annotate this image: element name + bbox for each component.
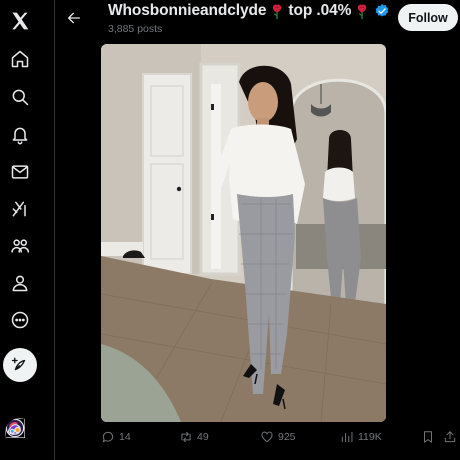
x-logo-icon[interactable] (9, 10, 31, 32)
view-count: 119K (358, 431, 382, 443)
notifications-icon[interactable] (9, 124, 31, 146)
repost-icon (181, 431, 191, 443)
reply-icon (102, 431, 114, 443)
follow-button[interactable]: Follow (398, 4, 458, 31)
repost-button[interactable]: 49 (179, 430, 209, 444)
share-icon (444, 431, 456, 443)
account-avatar[interactable] (5, 418, 35, 448)
bookmark-button[interactable] (421, 430, 435, 444)
like-count: 925 (278, 431, 296, 443)
post-image[interactable] (101, 44, 386, 422)
post-actions: 14 49 925 119K (101, 430, 459, 448)
rose-emoji-icon (273, 4, 282, 19)
display-name: Whosbonnieandclyde (108, 2, 267, 19)
feather-plus-icon (11, 357, 26, 371)
more-icon[interactable] (9, 309, 31, 331)
left-nav-rail (0, 0, 40, 460)
back-button[interactable] (63, 7, 85, 29)
messages-icon[interactable] (9, 161, 31, 183)
explore-icon[interactable] (9, 86, 31, 108)
compose-post-button[interactable] (3, 348, 37, 382)
profile-title: Whosbonnieandclyde top .04% (108, 2, 390, 20)
share-button[interactable] (443, 430, 457, 444)
display-name-suffix: top .04% (288, 2, 352, 19)
reply-count: 14 (119, 431, 131, 443)
profile-header: Whosbonnieandclyde top .04% 3,885 posts … (55, 0, 460, 40)
bookmark-icon (424, 431, 432, 443)
rose-emoji-icon (358, 4, 367, 19)
heart-icon (261, 431, 273, 443)
reply-button[interactable]: 14 (101, 430, 131, 444)
verified-badge-icon (375, 4, 389, 17)
home-icon[interactable] (9, 48, 31, 70)
communities-icon[interactable] (9, 235, 31, 257)
arrow-left-icon (68, 12, 80, 24)
views-chart-icon (341, 431, 353, 443)
post-count: 3,885 posts (108, 23, 163, 35)
grok-icon[interactable] (9, 198, 31, 220)
views-button[interactable]: 119K (340, 430, 382, 444)
rail-divider (54, 0, 55, 460)
profile-icon[interactable] (9, 272, 31, 294)
like-button[interactable]: 925 (260, 430, 296, 444)
repost-count: 49 (197, 431, 209, 443)
